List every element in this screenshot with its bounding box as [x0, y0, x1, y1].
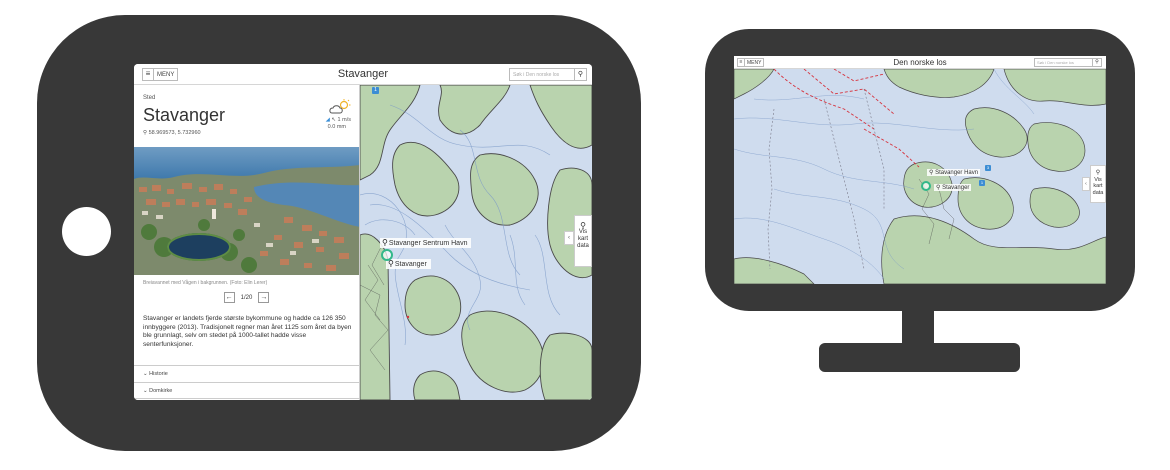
search-icon[interactable]: ⚲ — [1092, 59, 1101, 66]
section-label: Historie — [149, 371, 168, 377]
arrow-left-icon[interactable]: ← — [223, 292, 235, 303]
map-label-stavanger-havn[interactable]: ⚲ Stavanger Havn — [927, 169, 981, 176]
map-label-text: Stavanger Havn — [935, 170, 979, 176]
monitor-map-canvas — [734, 69, 1106, 284]
show-map-data-tab[interactable]: ⚲ Vis kart data — [574, 215, 592, 267]
monitor-screen: ⚲ Stavanger Havn ⚲ Stavanger 3 1 ‹ ⚲ Vis… — [734, 56, 1106, 284]
stavanger-aerial-photo — [134, 147, 359, 275]
tablet-frame: ⚲ Stavanger Sentrum Havn ⚲ Stavanger 1 ‹… — [37, 15, 641, 451]
map-pin-icon: ⚲ — [382, 238, 388, 247]
current-location-icon — [921, 181, 931, 191]
arrow-right-icon[interactable]: → — [258, 292, 270, 303]
tablet-screen: ⚲ Stavanger Sentrum Havn ⚲ Stavanger 1 ‹… — [134, 64, 592, 400]
map-count-badge: 1 — [979, 180, 985, 186]
monitor-frame: ⚲ Stavanger Havn ⚲ Stavanger 3 1 ‹ ⚲ Vis… — [705, 29, 1135, 311]
chevron-left-icon[interactable]: ‹ — [564, 231, 574, 245]
map-label-stavanger-sentrum-havn[interactable]: ⚲ Stavanger Sentrum Havn — [380, 238, 472, 248]
show-map-data-line2: kart — [577, 236, 588, 242]
show-map-data-tab[interactable]: ⚲ Vis kart data — [1090, 165, 1106, 203]
wind-reading: ◢ ↖ 1 m/s — [326, 117, 351, 123]
map-pin-icon: ⚲ — [580, 221, 586, 230]
show-map-data-line2: kart — [1093, 183, 1103, 189]
close-icon[interactable]: ✕ — [359, 85, 360, 99]
show-map-data-line1: Vis — [578, 229, 588, 235]
map-label-text: Stavanger — [394, 260, 427, 268]
map-label-stavanger[interactable]: ⚲ Stavanger — [386, 259, 431, 269]
coordinates-text: 58.969573, 5.732960 — [148, 130, 201, 136]
photo-count: 1/20 — [240, 294, 253, 301]
search-box[interactable]: Søk i Den norske los ⚲ — [1034, 58, 1102, 67]
section-historie[interactable]: ⌄ Historie — [134, 365, 359, 382]
map-count-badge: 1 — [372, 87, 379, 94]
section-domkirke[interactable]: ⌄ Domkirke — [134, 382, 359, 399]
search-input[interactable]: Søk i Den norske los — [1035, 60, 1092, 65]
weather-widget: ◢ ↖ 1 m/s 0.0 mm — [307, 99, 351, 131]
section-label: Domkirke — [149, 388, 173, 394]
search-input[interactable]: Søk i Den norske los — [510, 72, 574, 78]
photo-pager: ← 1/20 → — [134, 292, 359, 303]
partly-cloudy-icon — [329, 99, 351, 114]
monitor-top-bar: ≡ MENY Den norske los Søk i Den norske l… — [734, 56, 1106, 69]
map-pin-icon: ⚲ — [936, 185, 941, 191]
map-label-stavanger[interactable]: ⚲ Stavanger — [934, 184, 972, 191]
map-pin-icon: ⚲ — [388, 259, 394, 268]
monitor-map[interactable]: ⚲ Stavanger Havn ⚲ Stavanger 3 1 ‹ ⚲ Vis… — [734, 69, 1106, 284]
wind-arrow-icon: ↖ — [331, 117, 337, 123]
search-box[interactable]: Søk i Den norske los ⚲ — [509, 68, 587, 81]
map-label-text: Stavanger Sentrum Havn — [388, 239, 468, 247]
chevron-left-icon[interactable]: ‹ — [1082, 177, 1090, 191]
wind-speed: 1 m/s — [337, 117, 351, 123]
map-pin-icon: ⚲ — [929, 170, 934, 176]
photo-caption: Breiavannet med Vågen i bakgrunnen. (Fot… — [143, 280, 268, 286]
place-name: Stavanger — [143, 105, 226, 125]
home-button[interactable] — [62, 207, 111, 256]
map-count-badge: 3 — [985, 165, 991, 171]
place-info-panel: ✕ Sted Stavanger ⚲ 58.969573, 5.732960 ◢… — [134, 85, 360, 400]
precipitation: 0.0 mm — [327, 124, 346, 130]
show-map-data-line3: data — [577, 243, 589, 249]
place-description: Stavanger er landets fjerde største byko… — [143, 315, 352, 348]
search-icon[interactable]: ⚲ — [574, 69, 586, 80]
map-label-text: Stavanger — [942, 185, 970, 191]
place-coordinates: ⚲ 58.969573, 5.732960 — [143, 130, 201, 136]
current-location-icon — [381, 249, 393, 261]
monitor-neck — [902, 310, 934, 346]
place-type: Sted — [143, 95, 156, 101]
show-map-data-line3: data — [1092, 189, 1104, 196]
wind-direction-icon: ◢ — [325, 117, 330, 123]
tablet-map[interactable]: ⚲ Stavanger Sentrum Havn ⚲ Stavanger 1 ‹… — [360, 85, 592, 400]
monitor-stand — [819, 343, 1020, 372]
place-photo[interactable] — [134, 147, 359, 275]
tablet-top-bar: ≡ MENY Stavanger Søk i Den norske los ⚲ — [134, 64, 592, 85]
